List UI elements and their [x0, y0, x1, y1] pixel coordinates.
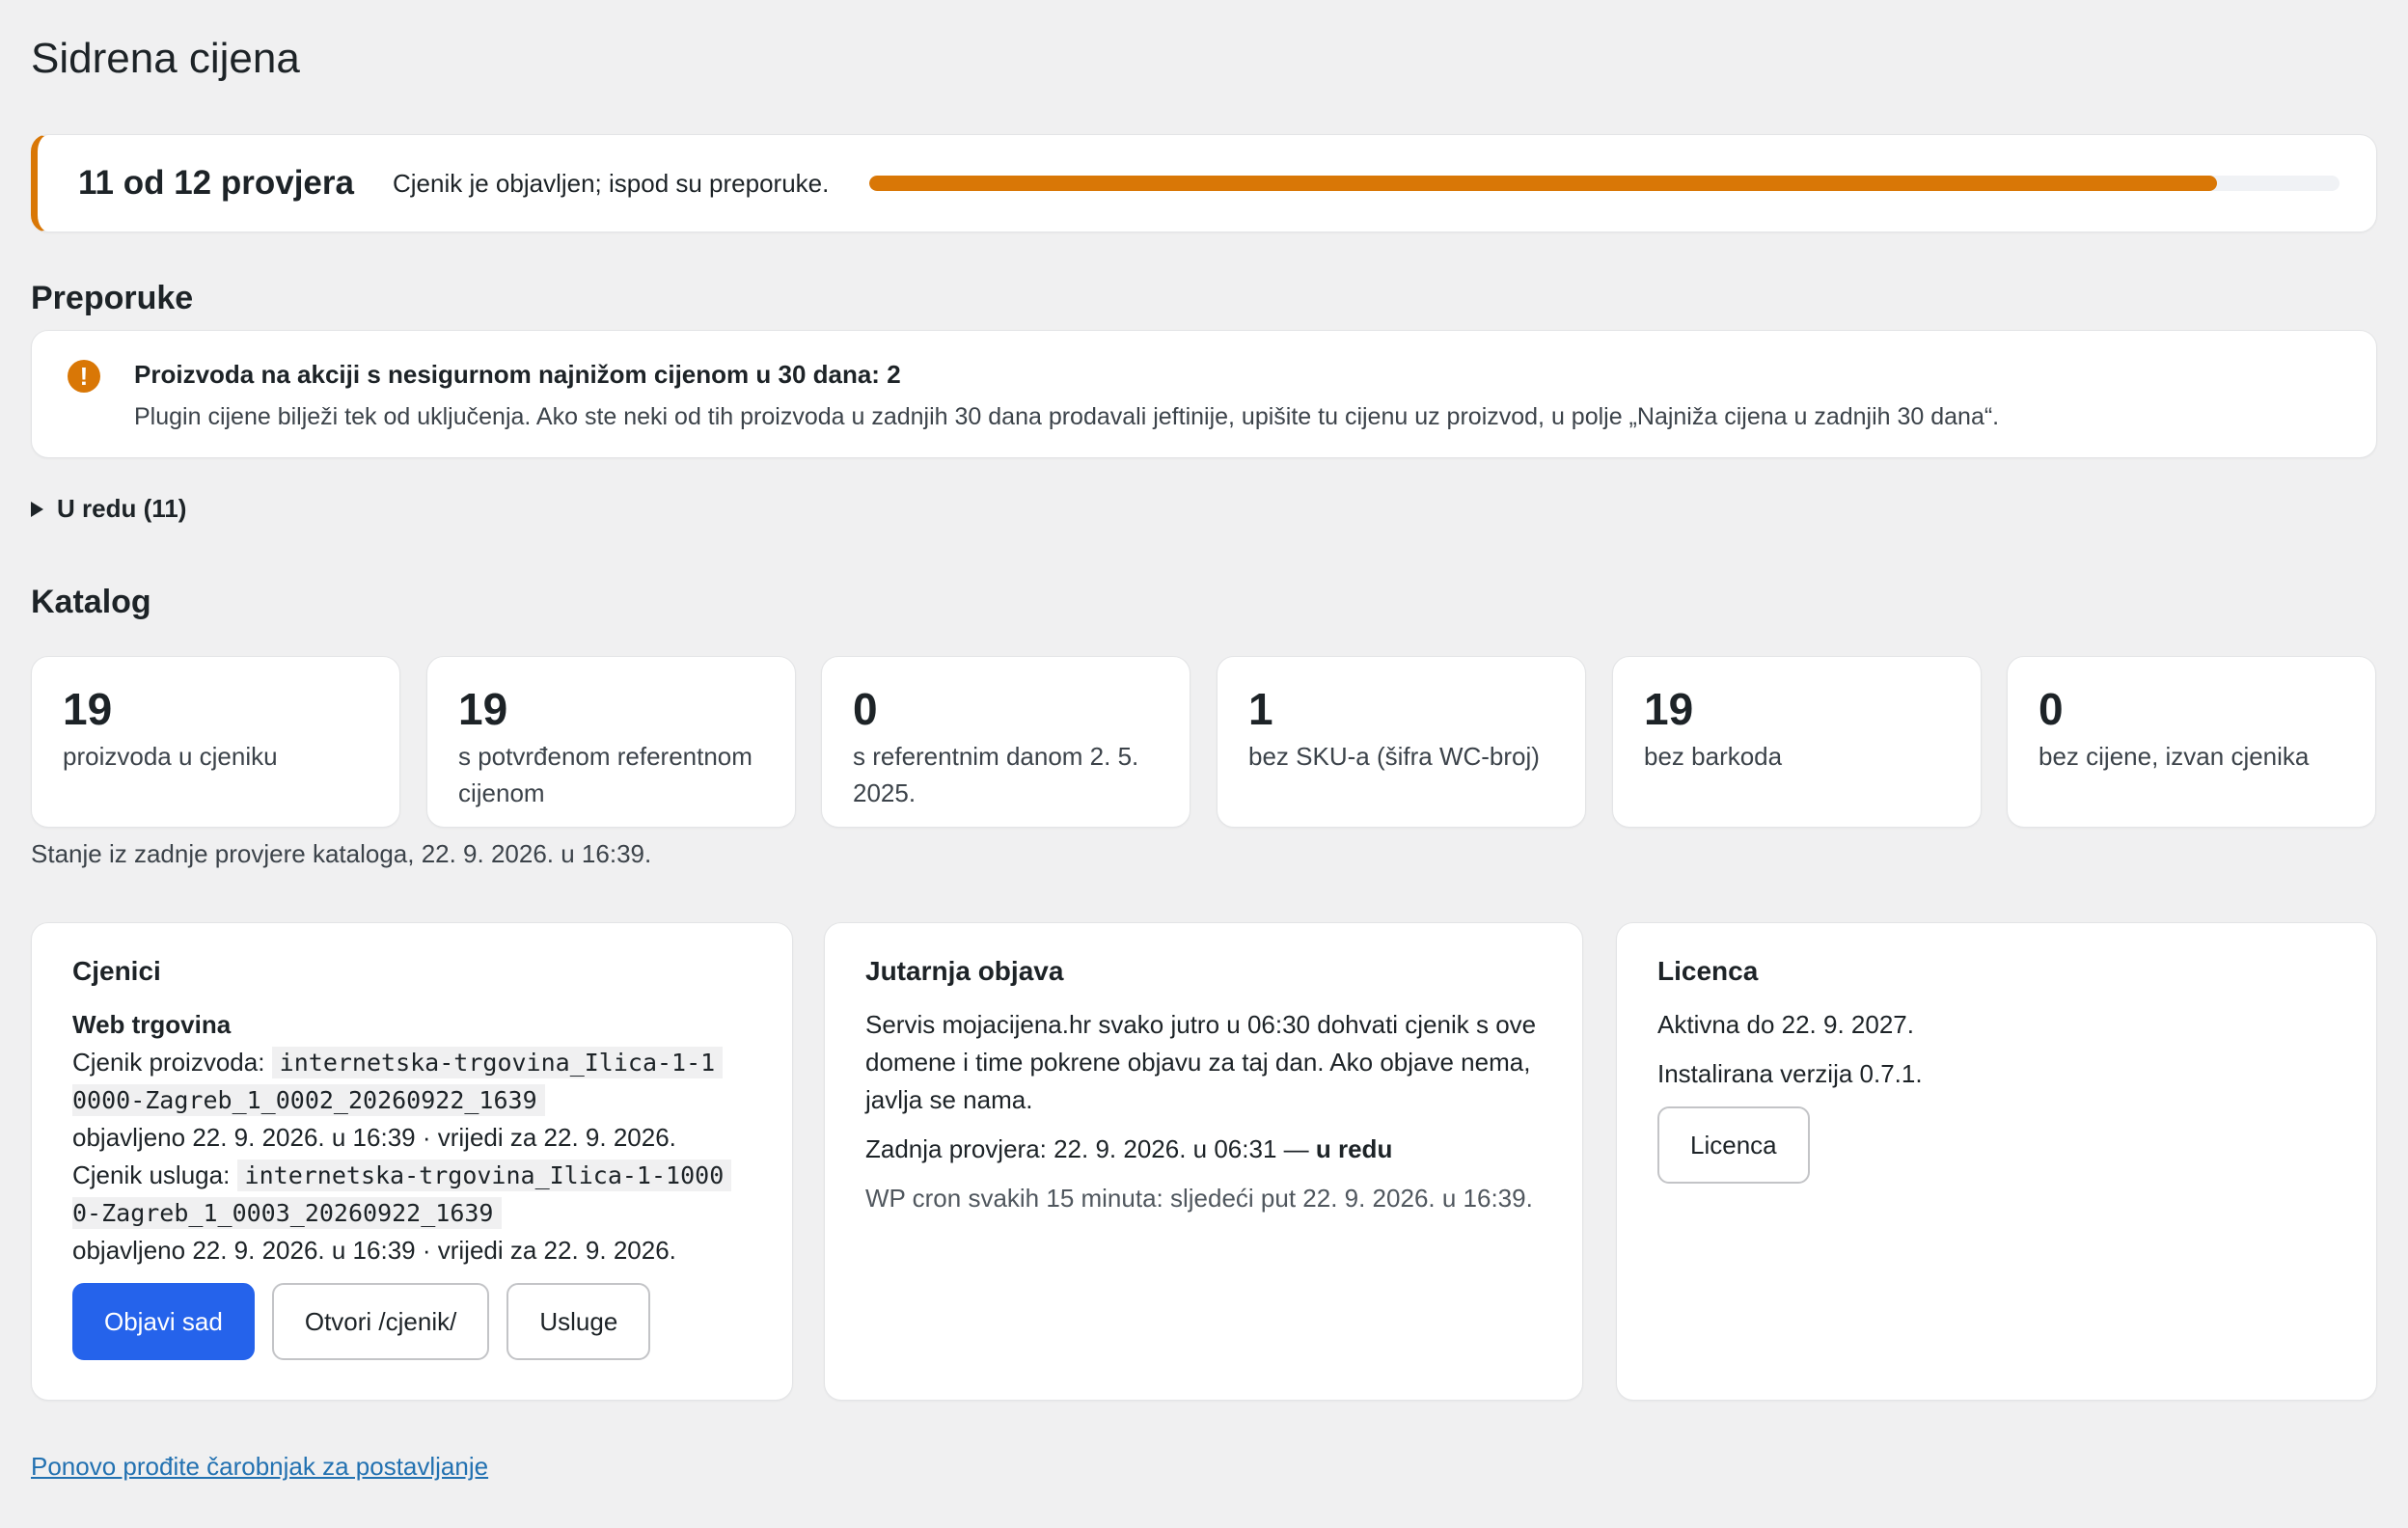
stat-label: s potvrđenom referentnom cijenom: [458, 742, 752, 807]
stat-label: s referentnim danom 2. 5. 2025.: [853, 742, 1139, 807]
recommendation-item: Proizvoda na akciji s nesigurnom najnižo…: [31, 330, 2377, 458]
services-pricelist-file: internetska-trgovina_Ilica-1-1000: [236, 1160, 732, 1191]
open-pricelist-button[interactable]: Otvori /cjenik/: [271, 1283, 490, 1360]
checks-progress-card: 11 od 12 provjera Cjenik je objavljen; i…: [31, 134, 2377, 232]
pricelists-panel: Cjenici Web trgovina Cjenik proizvoda: i…: [31, 922, 793, 1401]
pricelists-title: Cjenici: [72, 956, 161, 986]
checks-progress-bar: [869, 176, 2340, 191]
checks-progress-fill: [869, 176, 2218, 191]
last-check-status: u redu: [1315, 1134, 1393, 1163]
products-pricelist-file-cont: 0000-Zagreb_1_0002_20260922_1639: [72, 1084, 545, 1116]
disclosure-triangle-icon: [31, 501, 43, 517]
stat-label: bez barkoda: [1644, 742, 1783, 771]
ok-checks-label: U redu (11): [57, 494, 187, 523]
stat-value: 19: [63, 684, 113, 734]
morning-publish-body: Servis mojacijena.hr svako jutro u 06:30…: [865, 1010, 1537, 1114]
services-pricelist-meta: objavljeno 22. 9. 2026. u 16:39 · vrijed…: [72, 1236, 676, 1265]
page-title: Sidrena cijena: [31, 35, 300, 82]
services-pricelist-label: Cjenik usluga:: [72, 1160, 231, 1189]
ok-checks-toggle[interactable]: U redu (11): [31, 494, 186, 524]
products-pricelist-file: internetska-trgovina_Ilica-1-1: [271, 1047, 724, 1078]
stat-value: 19: [458, 684, 508, 734]
services-button[interactable]: Usluge: [506, 1283, 651, 1360]
products-pricelist-meta: objavljeno 22. 9. 2026. u 16:39 · vrijed…: [72, 1123, 676, 1152]
stat-card: 19 proizvoda u cjeniku: [31, 656, 400, 828]
stat-label: bez SKU-a (šifra WC-broj): [1248, 742, 1540, 771]
catalog-heading: Katalog: [31, 584, 151, 620]
catalog-note: Stanje iz zadnje provjere kataloga, 22. …: [31, 839, 652, 868]
stat-value: 1: [1248, 684, 1273, 734]
checks-message: Cjenik je objavljen; ispod su preporuke.: [392, 168, 830, 198]
recommendation-description: Plugin cijene bilježi tek od uključenja.…: [134, 403, 2000, 430]
webshop-subtitle: Web trgovina: [72, 1010, 232, 1039]
setup-wizard-link[interactable]: Ponovo prođite čarobnjak za postavljanje: [31, 1452, 488, 1482]
stat-card: 19 bez barkoda: [1612, 656, 1982, 828]
license-active: Aktivna do 22. 9. 2027.: [1657, 1010, 1914, 1039]
license-panel: Licenca Aktivna do 22. 9. 2027. Instalir…: [1616, 922, 2377, 1401]
stat-card: 1 bez SKU-a (šifra WC-broj): [1217, 656, 1586, 828]
license-button[interactable]: Licenca: [1657, 1106, 1810, 1184]
recommendation-title: Proizvoda na akciji s nesigurnom najnižo…: [134, 360, 901, 389]
morning-publish-panel: Jutarnja objava Servis mojacijena.hr sva…: [824, 922, 1583, 1401]
stat-card: 19 s potvrđenom referentnom cijenom: [426, 656, 796, 828]
stat-label: proizvoda u cjeniku: [63, 742, 278, 771]
last-check-line: Zadnja provjera: 22. 9. 2026. u 06:31 — …: [865, 1131, 1544, 1168]
license-title: Licenca: [1657, 956, 1759, 986]
products-pricelist-label: Cjenik proizvoda:: [72, 1048, 265, 1077]
cron-note: WP cron svakih 15 minuta: sljedeći put 2…: [865, 1184, 1533, 1213]
stat-value: 0: [2039, 684, 2064, 734]
recommendations-heading: Preporuke: [31, 280, 194, 316]
stat-label: bez cijene, izvan cjenika: [2039, 742, 2310, 771]
stat-value: 0: [853, 684, 878, 734]
stat-card: 0 bez cijene, izvan cjenika: [2007, 656, 2376, 828]
checks-count: 11 od 12 provjera: [78, 164, 354, 202]
services-pricelist-file-cont: 0-Zagreb_1_0003_20260922_1639: [72, 1197, 502, 1229]
publish-now-button[interactable]: Objavi sad: [72, 1283, 255, 1360]
stat-value: 19: [1644, 684, 1694, 734]
last-check-text: Zadnja provjera: 22. 9. 2026. u 06:31 —: [865, 1134, 1309, 1163]
morning-publish-title: Jutarnja objava: [865, 956, 1064, 986]
installed-version: Instalirana verzija 0.7.1.: [1657, 1059, 1923, 1088]
stat-card: 0 s referentnim danom 2. 5. 2025.: [821, 656, 1190, 828]
warning-icon: !: [68, 360, 100, 393]
